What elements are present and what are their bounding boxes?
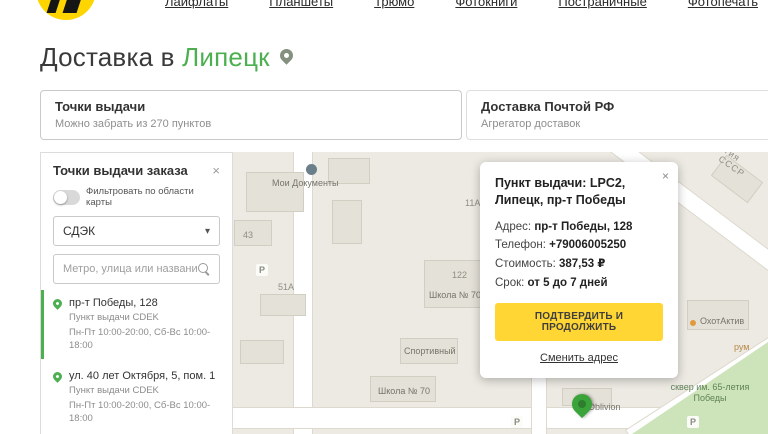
- nav-link-paged[interactable]: Постраничные: [558, 0, 646, 9]
- parking-icon: Р: [511, 416, 523, 428]
- map[interactable]: Мои Документы 43 11А 122 51А Школа № 70 …: [232, 152, 768, 434]
- tab-pickup-points[interactable]: Точки выдачи Можно забрать из 270 пункто…: [40, 90, 462, 140]
- chevron-down-icon: ▾: [204, 225, 210, 237]
- tab-title: Точки выдачи: [55, 99, 146, 114]
- pickup-point-popup: × Пункт выдачи: LPC2, Липецк, пр-т Побед…: [480, 162, 678, 379]
- search-icon[interactable]: [198, 263, 210, 275]
- location-pin-icon[interactable]: [277, 46, 296, 65]
- pickup-point-item[interactable]: пр-т Победы, 128 Пункт выдачи CDEK Пн-Пт…: [41, 290, 232, 359]
- change-address-link[interactable]: Сменить адрес: [495, 352, 663, 364]
- close-icon[interactable]: ×: [212, 163, 220, 178]
- point-type: Пункт выдачи CDEK: [69, 312, 159, 323]
- map-building: [240, 340, 284, 364]
- map-area-filter-toggle[interactable]: [53, 189, 80, 205]
- map-pin-icon: [51, 370, 64, 383]
- point-address: ул. 40 лет Октября, 5, пом. 1: [69, 370, 216, 383]
- parking-icon: Р: [256, 264, 268, 276]
- map-label-house-11a: 11А: [465, 198, 481, 208]
- page-title: Доставка в Липецк: [40, 42, 296, 73]
- nav-link-tryumo[interactable]: Трюмо: [374, 0, 414, 9]
- map-label-oblivion: Oblivion: [588, 402, 621, 412]
- map-building: [260, 294, 306, 316]
- tab-post-delivery[interactable]: Доставка Почтой РФ Агрегатор доставок: [466, 90, 768, 140]
- nav-link-layflats[interactable]: Лайфлаты: [165, 0, 228, 9]
- map-building: [424, 260, 482, 308]
- map-label-house-122: 122: [452, 270, 468, 280]
- map-pin-icon: [51, 297, 64, 310]
- page: Лайфлаты Планшеты Трюмо Фотокниги Постра…: [0, 0, 768, 434]
- search-input[interactable]: [63, 263, 198, 275]
- popup-field-phone: Телефон: +79006005250: [495, 239, 627, 252]
- popup-field-term: Срок: от 5 до 7 дней: [495, 276, 608, 289]
- popup-title: Пункт выдачи: LPC2, Липецк, пр-т Победы: [495, 176, 626, 207]
- pickup-point-item[interactable]: ул. 40 лет Октября, 5, пом. 1 Пункт выда…: [41, 363, 232, 432]
- nav-link-tablets[interactable]: Планшеты: [269, 0, 333, 9]
- tab-subtitle: Агрегатор доставок: [481, 118, 581, 130]
- title-prefix: Доставка в: [40, 42, 175, 72]
- panel-title: Точки выдачи заказа: [53, 163, 188, 178]
- map-label-okhotaktiv: ОхотАктив: [700, 316, 745, 326]
- popup-fields: Адрес: пр-т Победы, 128 Телефон: +790060…: [495, 219, 663, 292]
- brand-logo[interactable]: [36, 0, 96, 20]
- map-label-school-70-b: Школа № 70: [378, 386, 431, 396]
- point-address: пр-т Победы, 128: [69, 297, 158, 309]
- parking-icon: Р: [687, 416, 699, 428]
- search-field: [53, 254, 220, 284]
- provider-select-value: СДЭК: [63, 224, 96, 238]
- tab-title: Доставка Почтой РФ: [481, 99, 615, 114]
- nav-link-photobooks[interactable]: Фотокниги: [455, 0, 517, 9]
- map-label-sport: Спортивный: [404, 346, 456, 356]
- map-label-school-70-a: Школа № 70: [429, 290, 482, 300]
- point-hours: Пн-Пт 10:00-20:00, Сб-Вс 10:00-18:00: [69, 327, 211, 351]
- documents-poi-icon[interactable]: [306, 164, 317, 175]
- map-label-house-43: 43: [243, 230, 254, 240]
- top-navigation: Лайфлаты Планшеты Трюмо Фотокниги Постра…: [165, 0, 758, 9]
- provider-select[interactable]: СДЭК ▾: [53, 216, 220, 246]
- map-label-rum: рум: [734, 342, 750, 352]
- map-label-documents: Мои Документы: [272, 178, 339, 188]
- nav-link-photoprint[interactable]: Фотопечать: [688, 0, 758, 9]
- map-label-park: сквер им. 65-летия Победы: [670, 382, 750, 403]
- city-name[interactable]: Липецк: [182, 42, 270, 72]
- point-hours: Пн-Пт 10:00-20:00, Сб-Вс 10:00-18:00: [69, 400, 211, 424]
- filter-label: Фильтровать по области карты: [86, 186, 194, 208]
- point-type: Пункт выдачи CDEK: [69, 385, 159, 397]
- map-building: [332, 200, 362, 244]
- tab-subtitle: Можно забрать из 270 пунктов: [55, 118, 212, 130]
- confirm-button[interactable]: ПОДТВЕРДИТЬ И ПРОДОЛЖИТЬ: [495, 303, 663, 342]
- popup-field-cost: Стоимость: 387,53 ₽: [495, 258, 606, 271]
- pickup-panel: Точки выдачи заказа × Фильтровать по обл…: [40, 152, 233, 434]
- map-label-house-51a: 51А: [278, 282, 295, 292]
- close-icon[interactable]: ×: [662, 169, 669, 183]
- okhotaktiv-poi-dot[interactable]: [690, 320, 696, 326]
- popup-field-address: Адрес: пр-т Победы, 128: [495, 220, 633, 233]
